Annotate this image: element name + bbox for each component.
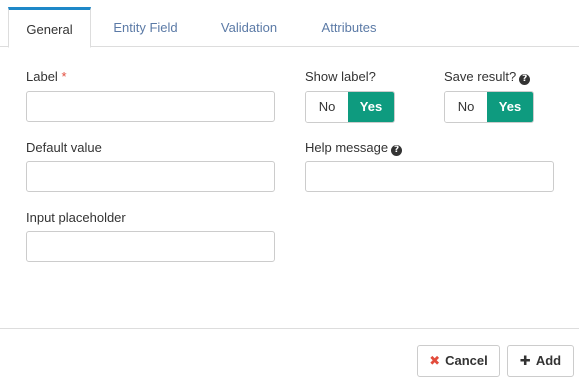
save-result-text: Save result? — [444, 69, 517, 84]
tab-attributes[interactable]: Attributes — [305, 8, 393, 47]
default-value-label: Default value — [26, 140, 102, 155]
add-button-label: Add — [535, 353, 562, 368]
show-label-label: Show label? — [305, 69, 376, 84]
cancel-button[interactable]: ✖ Cancel — [417, 345, 500, 377]
question-circle-icon[interactable]: ? — [519, 74, 531, 85]
footer-divider — [0, 328, 579, 329]
plus-icon: ✚ — [519, 353, 531, 368]
label-input[interactable] — [26, 91, 275, 122]
times-icon: ✖ — [429, 353, 441, 368]
label-field-label: Label * — [26, 69, 67, 84]
required-marker: * — [61, 69, 67, 84]
label-field-text: Label — [26, 69, 58, 84]
show-label-no-option[interactable]: No — [306, 92, 348, 122]
show-label-toggle: No Yes — [305, 91, 395, 123]
add-button[interactable]: ✚ Add — [507, 345, 574, 377]
save-result-no-option[interactable]: No — [445, 92, 487, 122]
input-placeholder-label: Input placeholder — [26, 210, 126, 225]
help-message-text: Help message — [305, 140, 389, 155]
tab-validation[interactable]: Validation — [205, 8, 293, 47]
save-result-label: Save result?? — [444, 69, 531, 85]
default-value-input[interactable] — [26, 161, 275, 192]
save-result-toggle: No Yes — [444, 91, 534, 123]
tab-entity-field[interactable]: Entity Field — [98, 8, 193, 47]
show-label-yes-option[interactable]: Yes — [348, 92, 394, 122]
save-result-yes-option[interactable]: Yes — [487, 92, 533, 122]
help-message-input[interactable] — [305, 161, 554, 192]
cancel-button-label: Cancel — [445, 353, 488, 368]
help-message-label: Help message? — [305, 140, 403, 156]
tab-general[interactable]: General — [8, 7, 91, 48]
input-placeholder-input[interactable] — [26, 231, 275, 262]
tab-bar: General Entity Field Validation Attribut… — [0, 0, 579, 48]
question-circle-icon[interactable]: ? — [391, 145, 403, 156]
